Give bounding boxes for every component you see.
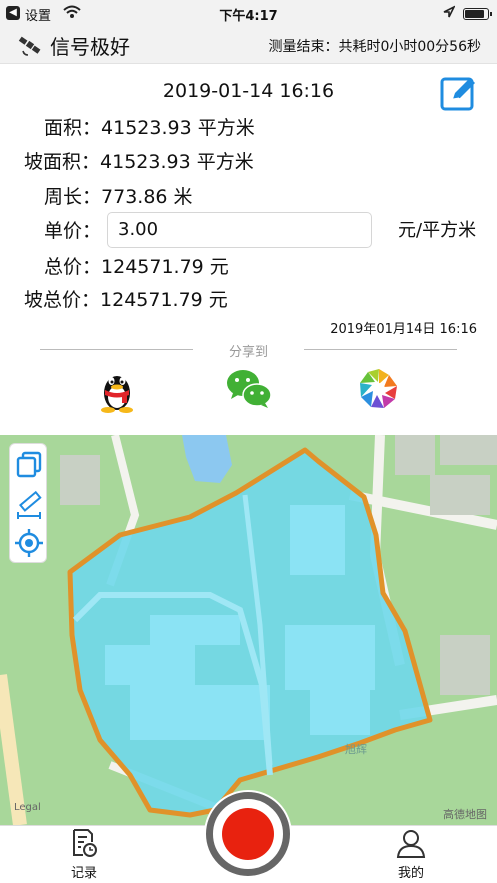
signal-status: 信号极好: [50, 35, 130, 59]
divider-right: [304, 349, 457, 350]
area-value: 41523.93 平方米: [101, 117, 255, 139]
slope-total-value: 124571.79 元: [100, 289, 228, 311]
edit-icon[interactable]: [440, 74, 478, 112]
total-label: 总价：: [44, 256, 102, 278]
location-arrow-icon: [443, 5, 455, 18]
tab-records-label: 记录: [70, 866, 97, 881]
unit-price-input[interactable]: 3.00: [107, 212, 372, 248]
slope-area-row: 坡面积：41523.93 平方米: [24, 147, 254, 177]
user-icon: [396, 830, 426, 858]
wechat-icon[interactable]: [225, 366, 273, 410]
unit-price-unit: 元/平方米: [398, 220, 477, 241]
status-bar: ◀ 设置 下午4:17: [0, 0, 497, 28]
perimeter-value: 773.86 米: [101, 186, 193, 208]
records-icon: [73, 829, 97, 857]
map-toolbar: [9, 443, 47, 563]
qq-icon[interactable]: [96, 366, 138, 414]
slope-area-label: 坡面积：: [24, 151, 101, 173]
layers-icon[interactable]: [15, 450, 43, 480]
satellite-icon: [18, 36, 41, 56]
map-view[interactable]: 旭辉: [0, 435, 497, 825]
area-label: 面积：: [44, 117, 102, 139]
record-button-dot: [222, 808, 274, 860]
slope-total-label: 坡总价：: [24, 289, 101, 311]
map-legal[interactable]: Legal: [14, 802, 41, 813]
record-button[interactable]: [206, 792, 290, 876]
map-road-label: 旭辉: [345, 742, 367, 756]
unit-price-row: 单价：: [44, 216, 101, 246]
tab-mine-label: 我的: [397, 866, 424, 881]
title-bar: 信号极好 测量结束：共耗时0小时00分56秒: [0, 28, 497, 64]
tab-records[interactable]: 记录: [54, 828, 114, 881]
measure-timer: 测量结束：共耗时0小时00分56秒: [268, 39, 481, 55]
moments-icon[interactable]: [356, 366, 402, 412]
map-provider: 高德地图: [443, 808, 487, 821]
slope-total-row: 坡总价：124571.79 元: [24, 285, 228, 315]
share-title: 分享到: [228, 345, 268, 360]
perimeter-row: 周长：773.86 米: [44, 182, 193, 212]
record-datetime: 2019-01-14 16:16: [162, 80, 335, 102]
total-value: 124571.79 元: [101, 256, 229, 278]
ruler-icon[interactable]: [15, 488, 43, 520]
unit-price-label: 单价：: [44, 220, 102, 242]
locate-icon[interactable]: [15, 528, 43, 558]
area-row: 面积：41523.93 平方米: [44, 113, 255, 143]
total-row: 总价：124571.79 元: [44, 252, 229, 282]
record-timestamp: 2019年01月14日 16:16: [330, 322, 477, 337]
clock: 下午4:17: [219, 9, 278, 24]
tab-mine[interactable]: 我的: [381, 828, 441, 881]
slope-area-value: 41523.93 平方米: [100, 151, 254, 173]
perimeter-label: 周长：: [44, 186, 102, 208]
battery-icon: [463, 8, 492, 20]
